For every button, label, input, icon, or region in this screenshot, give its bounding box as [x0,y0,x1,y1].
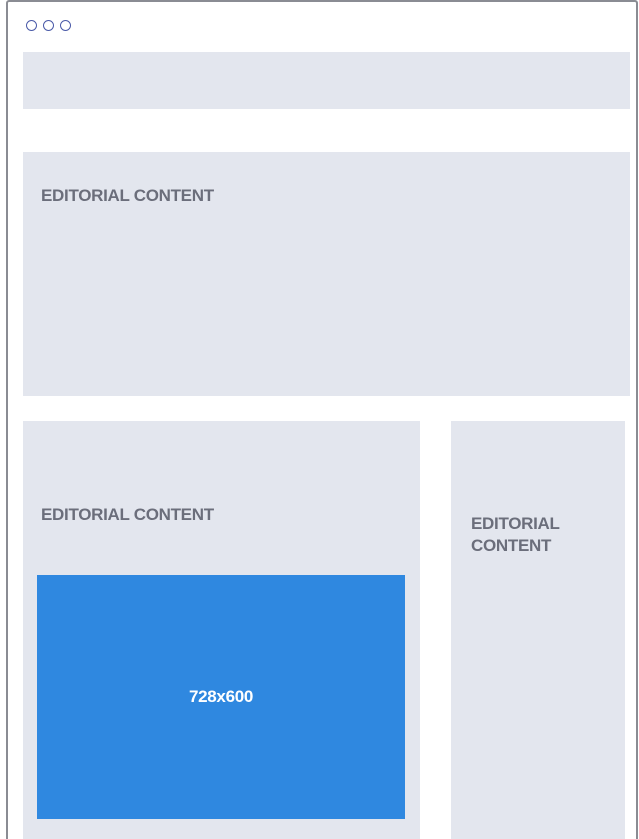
sidebar-editorial-block: EDITORIAL CONTENT [451,421,625,839]
window-controls [26,20,71,32]
hero-editorial-block: EDITORIAL CONTENT [23,152,630,396]
sidebar-editorial-label: EDITORIAL CONTENT [471,514,560,555]
ad-slot[interactable]: 728x600 [37,575,405,819]
main-editorial-label: EDITORIAL CONTENT [41,505,214,524]
window-dot-icon [43,20,54,31]
window-dot-icon [60,20,71,31]
window-dot-icon [26,20,37,31]
ad-size-label: 728x600 [188,687,254,706]
hero-editorial-label: EDITORIAL CONTENT [41,186,214,205]
header-bar [23,52,630,109]
